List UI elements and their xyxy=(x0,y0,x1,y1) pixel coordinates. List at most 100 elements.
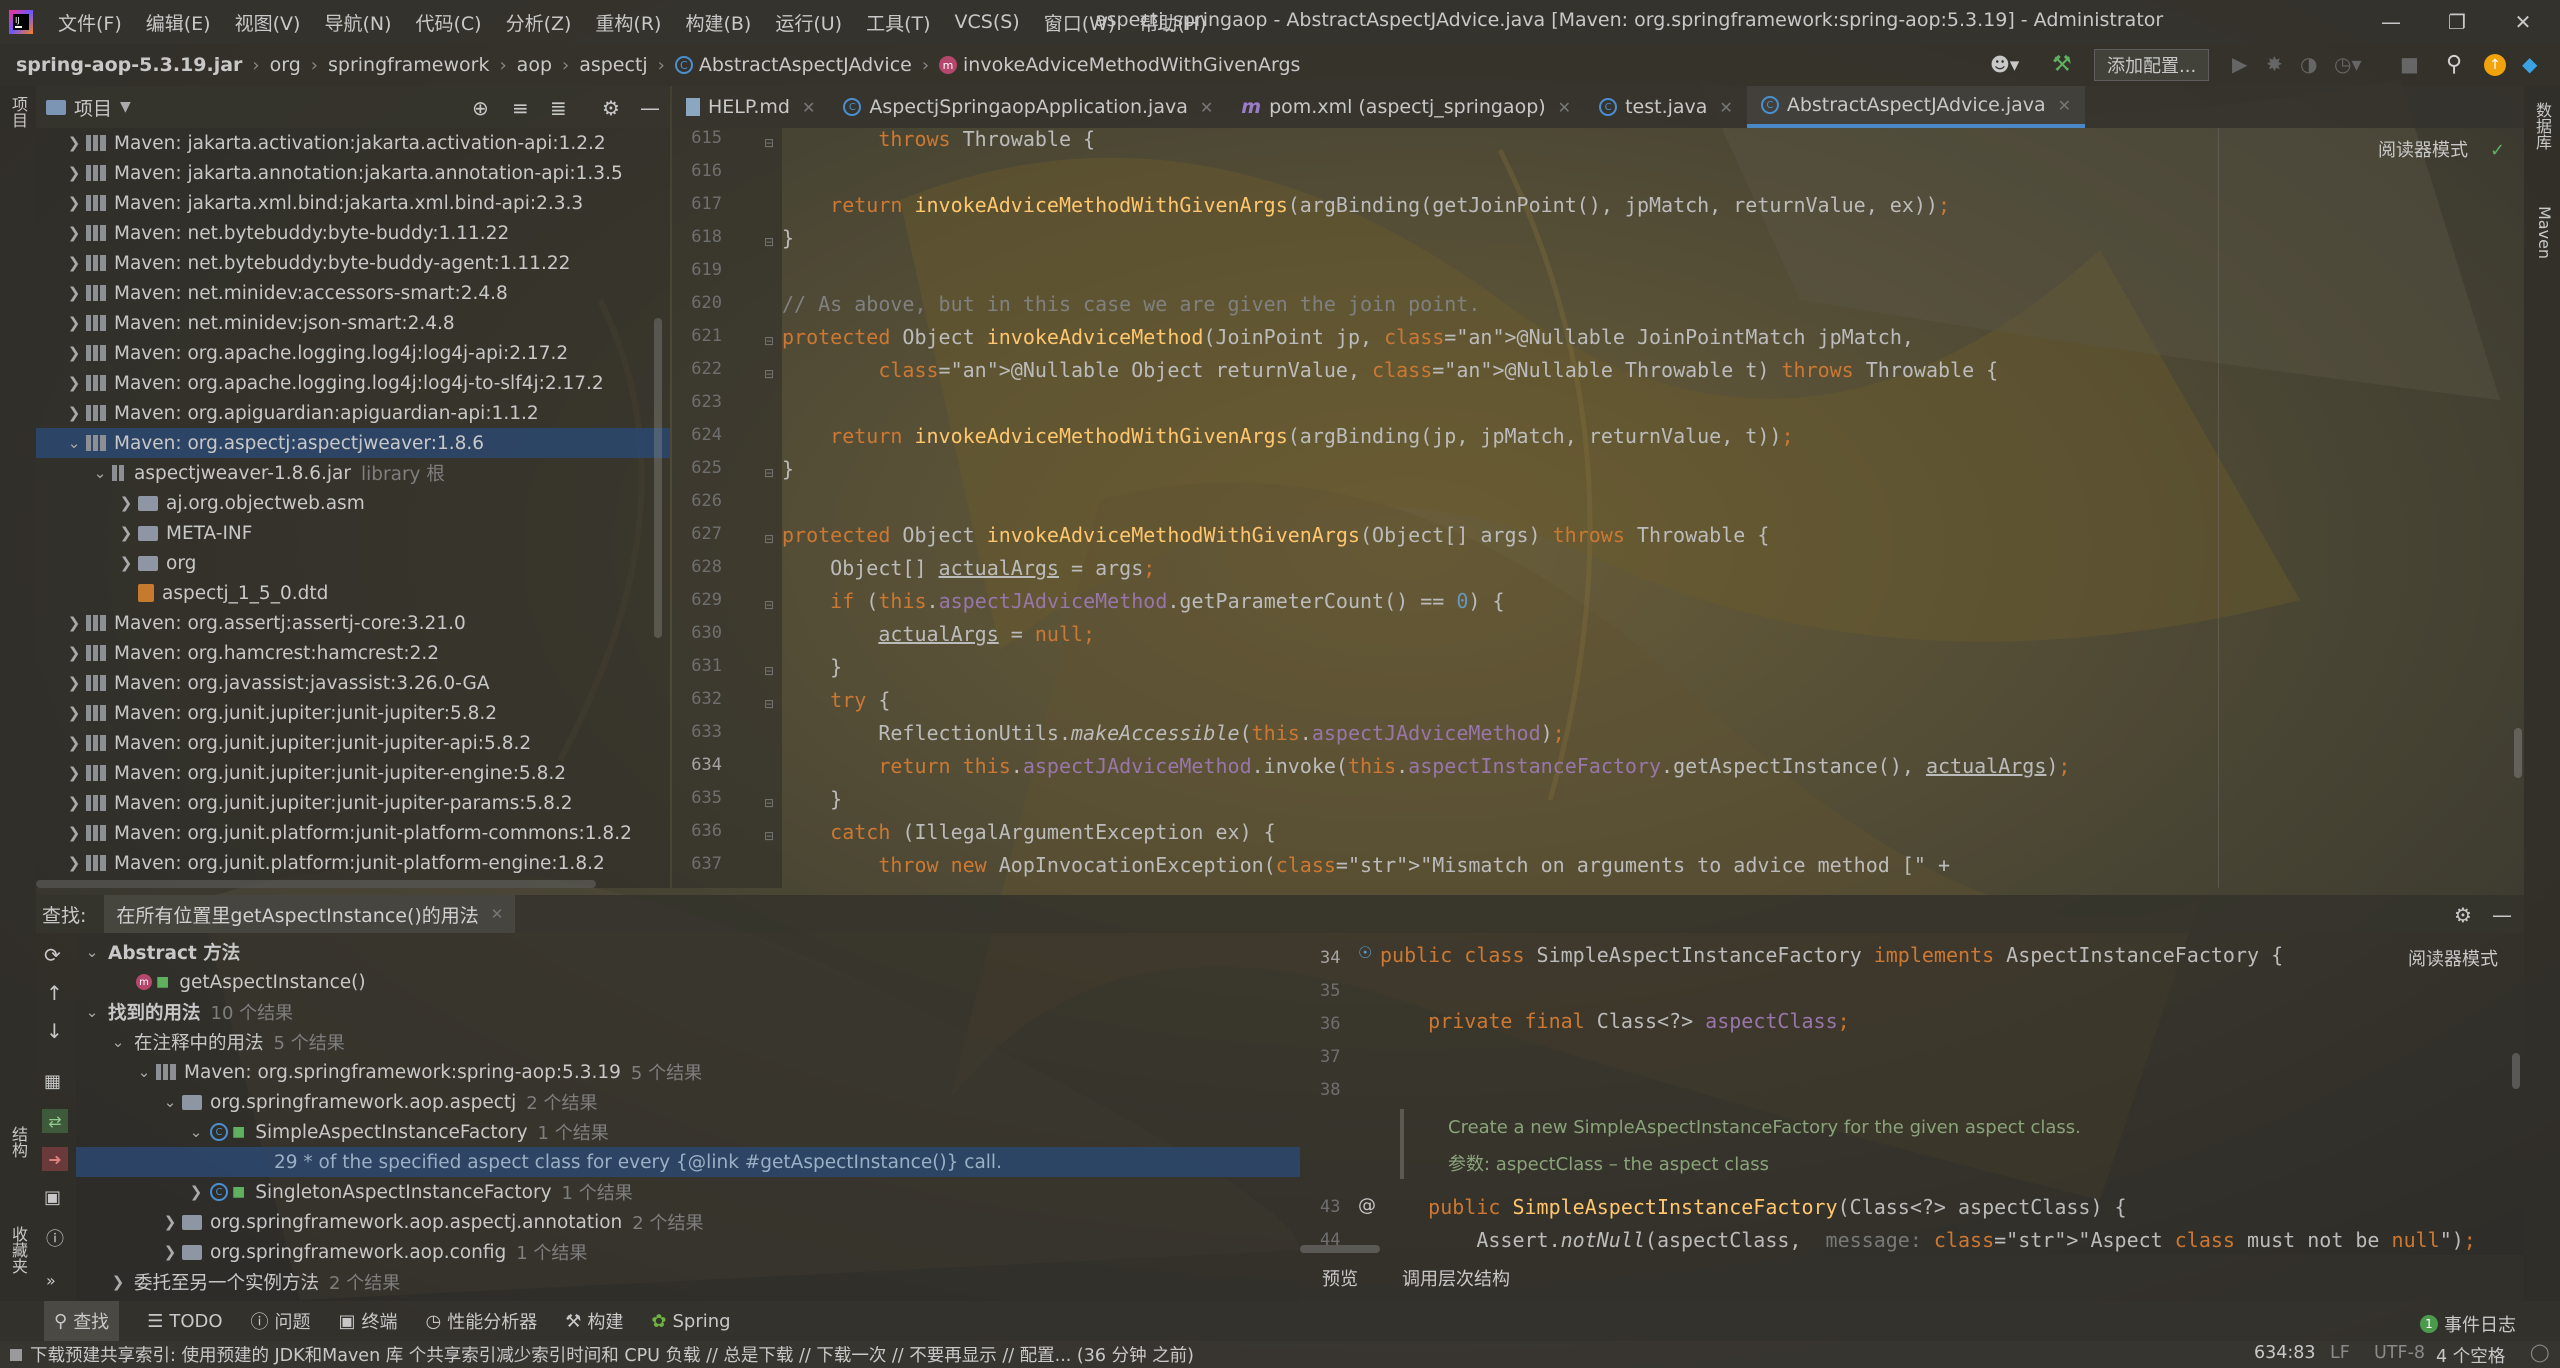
code-line[interactable]: return invokeAdviceMethodWithGivenArgs(a… xyxy=(782,420,1793,453)
maven-tool-tab[interactable]: Maven xyxy=(2530,206,2554,259)
close-tab-icon[interactable]: ✕ xyxy=(1719,98,1732,117)
find-tab[interactable]: 在所有位置里getAspectInstance()的用法 ✕ xyxy=(104,895,516,933)
close-tab-icon[interactable]: ✕ xyxy=(2058,96,2071,115)
chevron-right-icon[interactable]: ❯ xyxy=(66,764,82,782)
indent-setting[interactable]: 4 个空格 xyxy=(2436,1343,2505,1368)
code-line[interactable]: actualArgs = null; xyxy=(782,618,1095,651)
tree-item[interactable]: ⌄ C ■ SimpleAspectInstanceFactory 1 个结果 xyxy=(188,1117,609,1147)
usage-preview[interactable]: 34 35 36 37 38 43 44 ☉ @ public class Si… xyxy=(1300,933,2524,1255)
close-tab-icon[interactable]: ✕ xyxy=(1558,98,1571,117)
menu-refactor[interactable]: 重构(R) xyxy=(583,9,673,36)
chevron-right-icon[interactable]: ❯ xyxy=(66,794,82,812)
minimize-button[interactable]: — xyxy=(2358,0,2424,44)
tree-item[interactable]: ❯ META-INF xyxy=(36,518,670,548)
fold-icon[interactable]: ⊟ xyxy=(764,796,774,810)
tab-test-java[interactable]: Ctest.java ✕ xyxy=(1585,86,1747,128)
chevron-right-icon[interactable]: ❯ xyxy=(162,1213,178,1231)
profile-icon[interactable]: ◷▾ xyxy=(2334,52,2362,76)
restore-button[interactable]: ❐ xyxy=(2424,0,2490,44)
chevron-right-icon[interactable]: ❯ xyxy=(66,254,82,272)
breadcrumb-springframework[interactable]: springframework xyxy=(328,54,489,76)
tab-application-java[interactable]: C AspectjSpringaopApplication.java ✕ xyxy=(829,86,1227,128)
tree-item[interactable]: ❯ Maven: net.minidev:json-smart:2.4.8 xyxy=(36,308,670,338)
implementing-icon[interactable]: ☉ xyxy=(1358,943,1372,962)
tree-item[interactable]: ⌄ Abstract 方法 xyxy=(84,937,241,967)
user-account-icon[interactable]: ☻▾ xyxy=(1990,54,2019,76)
chevron-right-icon[interactable]: ❯ xyxy=(66,404,82,422)
tree-item[interactable]: ❯ C ■ SingletonAspectInstanceFactory 1 个结果 xyxy=(188,1177,633,1207)
fold-icon[interactable]: ⊟ xyxy=(764,235,774,249)
chevron-right-icon[interactable]: ❯ xyxy=(110,1273,126,1291)
menu-edit[interactable]: 编辑(E) xyxy=(134,9,223,36)
tree-item[interactable]: ⌄ 找到的用法 10 个结果 xyxy=(84,997,293,1027)
code-editor[interactable]: throws Throwable { return invokeAdviceMe… xyxy=(782,128,2524,888)
project-panel-title[interactable]: 项目 xyxy=(74,94,112,121)
tree-item[interactable]: ❯ Maven: org.junit.platform:junit-platfor… xyxy=(36,818,670,848)
fold-icon[interactable]: ⊟ xyxy=(764,136,774,150)
breadcrumb-org[interactable]: org xyxy=(270,54,301,76)
group-by-icon[interactable]: ▦ xyxy=(44,1071,61,1092)
chevron-right-icon[interactable]: ❯ xyxy=(66,134,82,152)
tree-item[interactable]: m ■ getAspectInstance() xyxy=(136,967,366,997)
tree-item[interactable]: ❯ Maven: jakarta.xml.bind:jakarta.xml.bin… xyxy=(36,188,670,218)
code-line[interactable]: class="an">@Nullable Object returnValue,… xyxy=(782,354,1998,387)
toolwindow-problems[interactable]: ⓘ 问题 xyxy=(251,1308,311,1334)
expand-all-icon[interactable]: ≡ xyxy=(512,96,529,120)
search-icon[interactable]: ⚲ xyxy=(2446,52,2462,77)
code-line[interactable]: } xyxy=(782,783,842,816)
tree-item[interactable]: ❯ Maven: org.apiguardian:apiguardian-api:… xyxy=(36,398,670,428)
code-line[interactable]: throw new AopInvocationException(class="… xyxy=(782,849,1950,882)
tree-item[interactable]: ❯ Maven: net.bytebuddy:byte-buddy-agent:1… xyxy=(36,248,670,278)
chevron-right-icon[interactable]: ❯ xyxy=(66,614,82,632)
close-tab-icon[interactable]: ✕ xyxy=(491,905,504,923)
info-icon[interactable]: ⓘ xyxy=(46,1225,64,1251)
close-tab-icon[interactable]: ✕ xyxy=(1200,98,1213,117)
chevron-down-icon[interactable]: ⌄ xyxy=(162,1093,178,1111)
chevron-down-icon[interactable]: ⌄ xyxy=(84,943,100,961)
stop-icon[interactable]: ■ xyxy=(2400,52,2419,76)
tab-pom-xml[interactable]: m pom.xml (aspectj_springaop) ✕ xyxy=(1227,86,1585,128)
chevron-right-icon[interactable]: ❯ xyxy=(188,1183,204,1201)
arrow-up-icon[interactable]: ↑ xyxy=(46,981,63,1005)
tab-call-hierarchy[interactable]: 调用层次结构 xyxy=(1402,1265,1510,1291)
tree-item[interactable]: ❯ Maven: org.apache.logging.log4j:log4j-a… xyxy=(36,338,670,368)
settings-gear-icon[interactable]: ⚙ xyxy=(602,96,620,120)
menu-tools[interactable]: 工具(T) xyxy=(854,9,942,36)
intellij-logo-icon[interactable]: IJ xyxy=(4,5,38,39)
code-line[interactable]: } xyxy=(782,651,842,684)
project-tool-tab[interactable]: 项目 xyxy=(6,96,30,128)
editor-scrollbar[interactable] xyxy=(2514,728,2522,778)
chevron-right-icon[interactable]: ❯ xyxy=(118,524,134,542)
locate-icon[interactable]: ⊕ xyxy=(472,96,489,120)
close-window-button[interactable]: ✕ xyxy=(2490,0,2556,44)
code-line[interactable]: } xyxy=(782,222,794,255)
structure-tool-tab[interactable]: 结构 xyxy=(6,1126,30,1158)
status-message[interactable]: 下载预建共享索引: 使用预建的 JDK和Maven 库 个共享索引减少索引时间和… xyxy=(30,1342,1194,1367)
project-scrollbar[interactable] xyxy=(654,318,662,638)
menu-code[interactable]: 代码(C) xyxy=(403,9,493,36)
fold-icon[interactable]: ⊟ xyxy=(764,598,774,612)
hide-panel-icon[interactable]: — xyxy=(640,96,660,120)
tab-abstract-aspectj-advice[interactable]: C AbstractAspectJAdvice.java ✕ xyxy=(1746,86,2086,128)
chevron-right-icon[interactable]: ❯ xyxy=(66,194,82,212)
tree-item-selected[interactable]: ⌄ Maven: org.aspectj:aspectjweaver:1.8.6 xyxy=(36,428,670,458)
breadcrumb-class[interactable]: AbstractAspectJAdvice xyxy=(699,54,912,76)
toolbox-icon[interactable]: ◆ xyxy=(2522,52,2537,76)
chevron-down-icon[interactable]: ⌄ xyxy=(66,434,82,452)
tree-item[interactable]: ❯ Maven: org.junit.jupiter:junit-jupiter-… xyxy=(36,788,670,818)
chevron-down-icon[interactable]: ⌄ xyxy=(110,1033,126,1051)
code-line[interactable]: throws Throwable { xyxy=(782,128,1095,156)
chevron-right-icon[interactable]: ❯ xyxy=(162,1243,178,1261)
code-line[interactable]: ReflectionUtils.makeAccessible(this.aspe… xyxy=(782,717,1564,750)
code-line[interactable]: return invokeAdviceMethodWithGivenArgs(a… xyxy=(782,189,1950,222)
chevron-right-icon[interactable]: ❯ xyxy=(118,494,134,512)
breadcrumb-jar[interactable]: spring-aop-5.3.19.jar xyxy=(16,54,242,76)
close-tab-icon[interactable]: ✕ xyxy=(802,98,815,117)
menu-build[interactable]: 构建(B) xyxy=(673,9,763,36)
toolwindow-todo[interactable]: ☰ TODO xyxy=(147,1311,222,1332)
tree-item[interactable]: ❯ Maven: jakarta.annotation:jakarta.annot… xyxy=(36,158,670,188)
coverage-icon[interactable]: ◑ xyxy=(2300,52,2317,76)
toolwindow-spring[interactable]: ✿ Spring xyxy=(651,1311,730,1332)
tree-item[interactable]: ❯ Maven: org.javassist:javassist:3.26.0-G… xyxy=(36,668,670,698)
tab-help-md[interactable]: HELP.md ✕ xyxy=(672,86,829,128)
